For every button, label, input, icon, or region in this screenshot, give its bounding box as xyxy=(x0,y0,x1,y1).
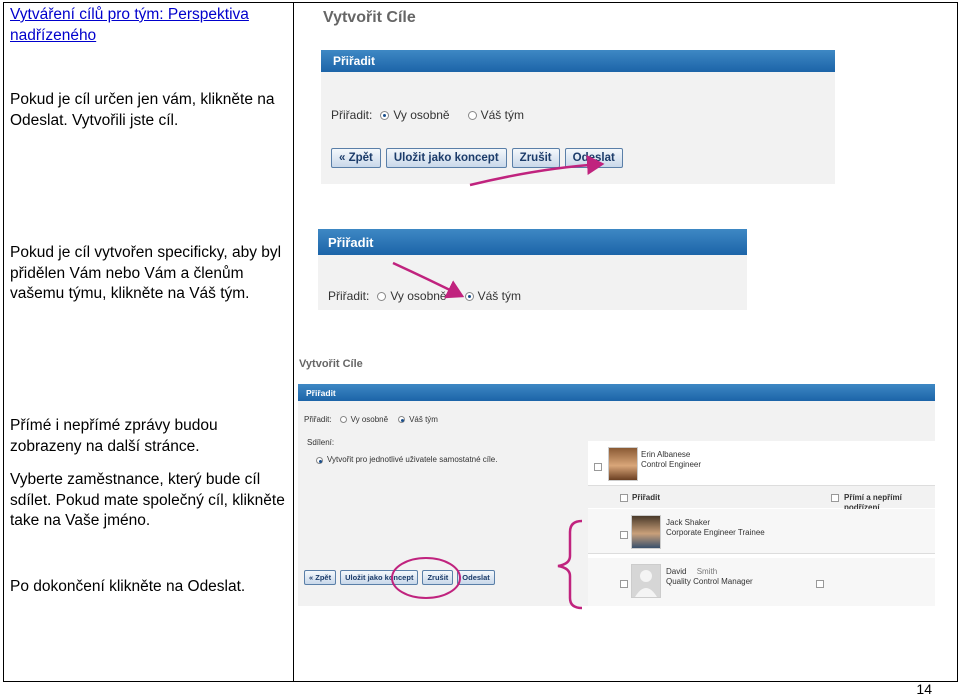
circle-submit xyxy=(391,557,461,599)
arrow-to-submit xyxy=(469,154,605,187)
bracket-left xyxy=(557,519,583,610)
page-number: 14 xyxy=(916,681,932,697)
annotation-overlay xyxy=(391,154,605,610)
arrow-to-team xyxy=(392,261,465,299)
